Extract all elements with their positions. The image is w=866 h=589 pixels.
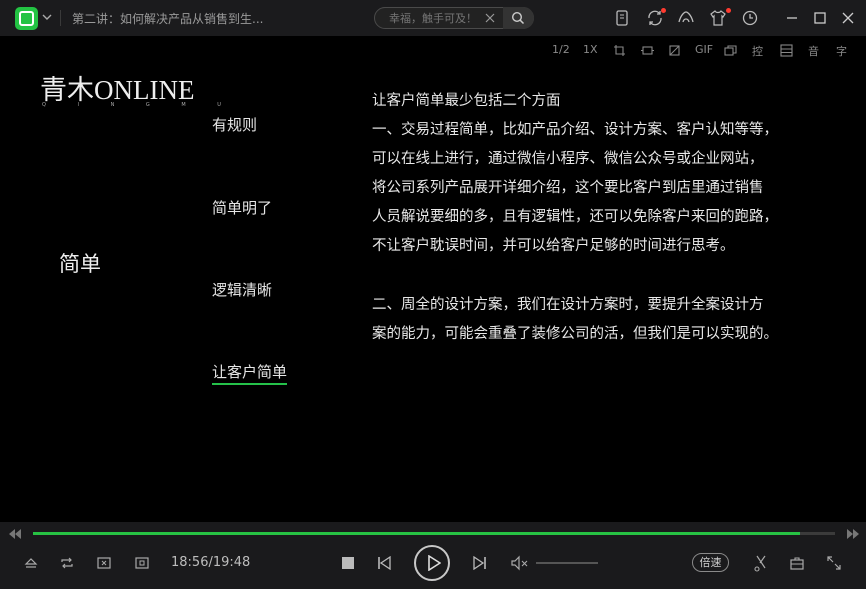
control-button[interactable]: 控 xyxy=(752,43,763,59)
mute-icon[interactable] xyxy=(510,555,530,571)
phone-icon[interactable] xyxy=(612,8,632,28)
control-bar: 18:56/19:48 倍速 xyxy=(0,545,866,589)
maximize-icon[interactable] xyxy=(810,8,830,28)
clip-icon[interactable] xyxy=(753,554,769,572)
notification-dot xyxy=(661,8,666,13)
progress-fill xyxy=(33,532,800,535)
frame-icon[interactable] xyxy=(641,44,654,57)
tshirt-icon[interactable] xyxy=(708,8,728,28)
search-input[interactable] xyxy=(389,11,479,26)
slide-nav-item: 有规则 xyxy=(212,116,258,134)
slide-title: 简单 xyxy=(59,252,101,276)
progress-area xyxy=(0,522,866,546)
body-line: 让客户简单最少包括二个方面 xyxy=(372,93,561,109)
crop-icon[interactable] xyxy=(613,44,626,57)
loop-icon[interactable] xyxy=(59,555,75,571)
stop-icon[interactable] xyxy=(341,556,355,570)
play-button[interactable] xyxy=(414,545,450,581)
app-logo-icon[interactable] xyxy=(15,7,38,30)
eject-icon[interactable] xyxy=(23,555,39,571)
brand-subtitle: Q I N G M U xyxy=(42,102,236,108)
search-icon xyxy=(511,11,525,25)
volume-slider[interactable] xyxy=(536,562,598,564)
video-title: 第二讲：如何解决产品从销售到生... xyxy=(72,12,264,26)
body-line: 案的能力，可能会重叠了装修公司的活，但我们是可以实现的。 xyxy=(372,325,778,342)
close-icon[interactable] xyxy=(838,8,858,28)
video-frame[interactable]: 青木ONLINE Q I N G M U 简单 有规则 简单明了 逻辑清晰 让客… xyxy=(0,64,866,522)
brand-logo: 青木ONLINE Q I N G M U xyxy=(40,68,236,108)
minimize-icon[interactable] xyxy=(782,8,802,28)
fast-forward-icon[interactable] xyxy=(846,528,860,540)
ratio-button[interactable]: 1/2 xyxy=(552,43,570,56)
slide-nav-item: 逻辑清晰 xyxy=(212,281,273,299)
audio-button[interactable]: 音 xyxy=(808,43,819,59)
body-line: 一、交易过程简单，比如产品介绍、设计方案、客户认知等等， xyxy=(372,122,778,139)
slide-body-text: 让客户简单最少包括二个方面 一、交易过程简单，比如产品介绍、设计方案、客户认知等… xyxy=(372,87,852,349)
clear-icon[interactable] xyxy=(483,11,497,25)
search-box xyxy=(374,7,534,29)
copy-icon[interactable] xyxy=(724,44,737,57)
screenshot-icon[interactable] xyxy=(96,555,112,571)
slide-nav-item: 简单明了 xyxy=(212,199,273,217)
fullscreen-icon[interactable] xyxy=(826,555,842,571)
next-icon[interactable] xyxy=(472,556,488,570)
play-icon xyxy=(428,555,441,571)
divider xyxy=(60,10,61,26)
body-line: 人员解说要细的多，且有逻辑性，还可以免除客户来回的跑路， xyxy=(372,209,778,226)
notification-dot xyxy=(726,8,731,13)
playback-speed-button[interactable]: 倍速 xyxy=(692,553,729,572)
record-icon[interactable] xyxy=(134,555,150,571)
rewind-icon[interactable] xyxy=(8,528,22,540)
body-line: 将公司系列产品展开详细介绍，这个要比客户到店里通过销售 xyxy=(372,180,764,197)
speed-toggle[interactable]: 1X xyxy=(583,43,598,56)
chevron-down-icon[interactable] xyxy=(41,11,53,23)
toolbox-icon[interactable] xyxy=(789,555,805,571)
subtitle-button[interactable]: 字 xyxy=(836,43,847,59)
gif-button[interactable]: GIF xyxy=(695,43,713,56)
screen-icon[interactable] xyxy=(780,44,793,57)
rotate-icon[interactable] xyxy=(668,44,681,57)
history-clock-icon[interactable] xyxy=(740,8,760,28)
body-line xyxy=(372,262,852,291)
previous-icon[interactable] xyxy=(376,556,392,570)
title-bar: 第二讲：如何解决产品从销售到生... xyxy=(0,0,866,36)
search-button[interactable] xyxy=(503,7,534,29)
body-line: 可以在线上进行，通过微信小程序、微信公众号或企业网站， xyxy=(372,151,764,168)
body-line: 不让客户耽误时间，并可以给客户足够的时间进行思考。 xyxy=(372,238,735,255)
skin-icon[interactable] xyxy=(676,8,696,28)
time-display: 18:56/19:48 xyxy=(171,555,251,570)
video-toolbar: 1/2 1X GIF 控 音 字 xyxy=(0,36,866,64)
progress-bar[interactable] xyxy=(33,532,835,535)
body-line: 二、周全的设计方案，我们在设计方案时，要提升全案设计方 xyxy=(372,296,764,313)
slide-nav-item-active: 让客户简单 xyxy=(212,361,288,385)
